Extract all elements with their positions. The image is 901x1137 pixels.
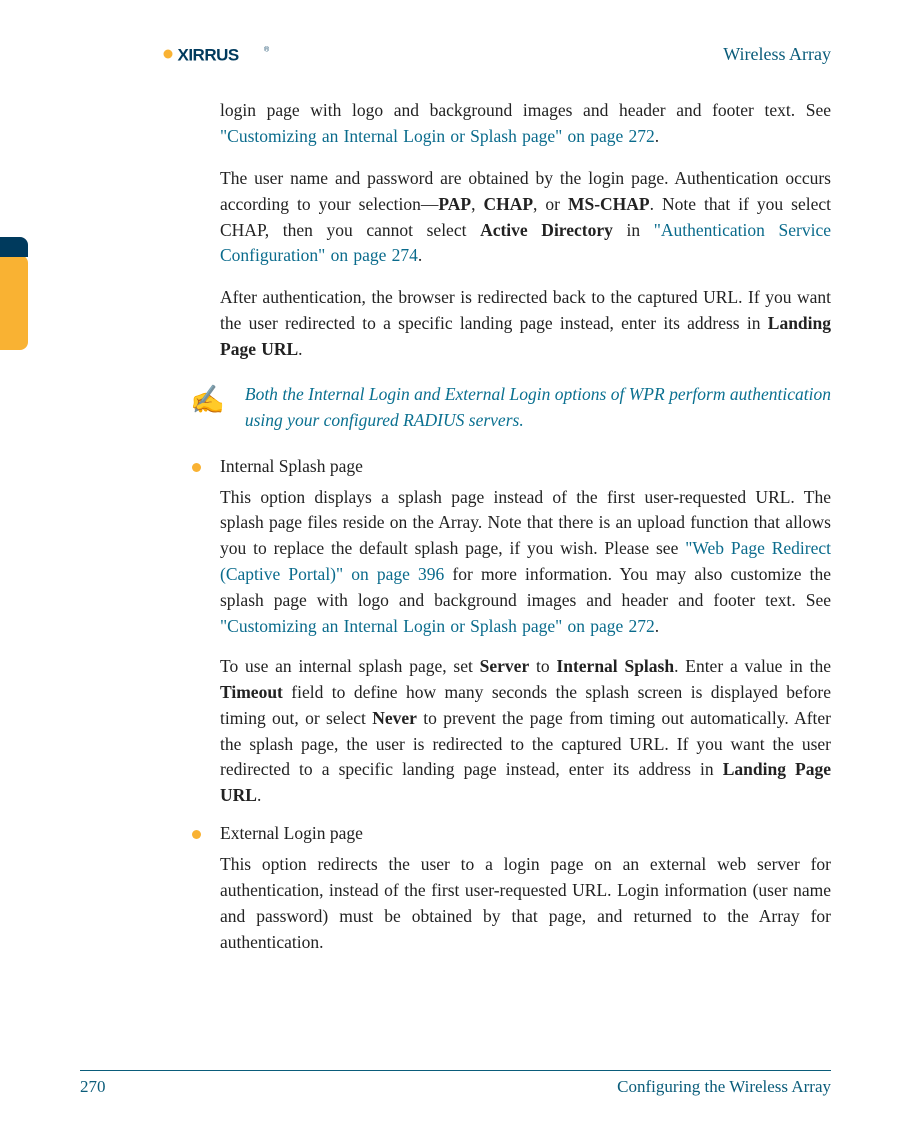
note-text: Both the Internal Login and External Log…: [245, 381, 831, 434]
link-customizing-splash[interactable]: "Customizing an Internal Login or Splash…: [220, 616, 655, 636]
page-header: XIRRUS ® Wireless Array: [80, 38, 831, 70]
footer-section-title: Configuring the Wireless Array: [617, 1077, 831, 1097]
xirrus-logo: XIRRUS ®: [160, 38, 310, 70]
paragraph-external-desc: This option redirects the user to a logi…: [220, 852, 831, 956]
bullet-dot-icon: [192, 463, 201, 472]
paragraph-splash-desc: This option displays a splash page inste…: [220, 485, 831, 640]
link-customizing-login[interactable]: "Customizing an Internal Login or Splash…: [220, 126, 655, 146]
page-number: 270: [80, 1077, 106, 1097]
bullet-external-login: External Login page This option redirect…: [220, 823, 831, 956]
paragraph-login-customize: login page with logo and background imag…: [220, 98, 831, 150]
note-icon: ✍: [190, 383, 225, 417]
note-callout: ✍ Both the Internal Login and External L…: [190, 381, 831, 434]
svg-text:XIRRUS: XIRRUS: [178, 46, 239, 65]
paragraph-redirect: After authentication, the browser is red…: [220, 285, 831, 363]
bullet-title-external-login: External Login page: [220, 823, 831, 844]
main-content: login page with logo and background imag…: [80, 98, 831, 956]
svg-text:®: ®: [264, 46, 270, 54]
page-footer: 270 Configuring the Wireless Array: [80, 1070, 831, 1097]
bullet-title-internal-splash: Internal Splash page: [220, 456, 831, 477]
bullet-dot-icon: [192, 830, 201, 839]
paragraph-authentication: The user name and password are obtained …: [220, 166, 831, 270]
bullet-internal-splash: Internal Splash page This option display…: [220, 456, 831, 810]
side-tab-decoration: [0, 255, 28, 350]
header-title: Wireless Array: [723, 44, 831, 65]
paragraph-splash-config: To use an internal splash page, set Serv…: [220, 654, 831, 809]
